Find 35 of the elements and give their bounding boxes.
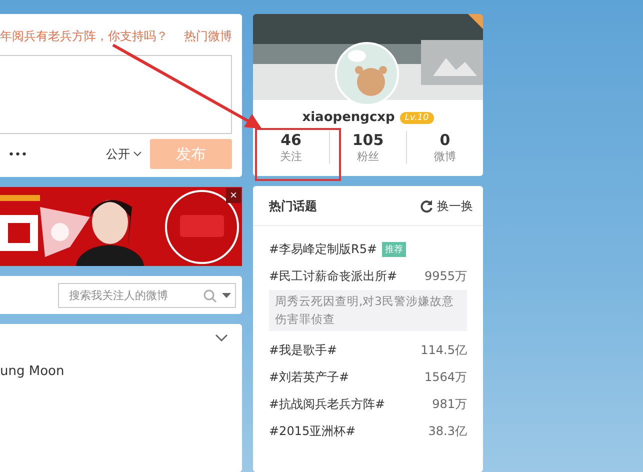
search-field[interactable]: 搜索我关注人的微博	[58, 283, 236, 308]
refresh-icon[interactable]	[420, 200, 433, 214]
topic-description: 周秀云死因查明,对3民警涉嫌故意伤害罪侦查	[269, 290, 467, 331]
topic-link[interactable]: #民工讨薪命丧派出所#	[269, 268, 398, 286]
topic-link[interactable]: #抗战阅兵老兵方阵#	[269, 396, 386, 413]
avatar[interactable]	[335, 42, 399, 106]
stat-label[interactable]: 关注	[280, 149, 302, 164]
caret-icon[interactable]	[133, 151, 142, 157]
post-text: ung Moon	[0, 364, 64, 380]
level-badge: Lv.10	[400, 112, 434, 124]
stat-label[interactable]: 粉丝	[357, 149, 379, 164]
topic-count: 9955万	[424, 268, 467, 286]
recommended-badge: 推荐	[382, 242, 406, 258]
topic-count: 38.3亿	[428, 422, 467, 440]
chevron-icon[interactable]	[215, 334, 228, 342]
caret-icon[interactable]	[222, 292, 231, 299]
post-input[interactable]	[0, 55, 232, 134]
section-title: 热门话题	[269, 198, 317, 216]
prompt-text: 年阅兵有老兵方阵，你支持吗？	[0, 28, 168, 45]
topic-link[interactable]: #我是歌手#	[269, 342, 338, 359]
username[interactable]: xiaopengcxp	[302, 110, 395, 125]
visibility-dropdown[interactable]: 公开	[106, 146, 142, 162]
refresh-button[interactable]: 换一换	[420, 198, 473, 216]
topic-link[interactable]: #2015亚洲杯#	[269, 422, 356, 440]
topic-count: 981万	[432, 396, 467, 413]
stat-label[interactable]: 微博	[434, 149, 456, 164]
topic-count: 1564万	[424, 368, 467, 386]
stat-value[interactable]: 0	[440, 131, 450, 149]
topic-count: 114.5亿	[420, 342, 467, 359]
more-button[interactable]: •••	[8, 148, 28, 160]
stat-value[interactable]: 46	[280, 131, 302, 149]
topic-link[interactable]: #刘若英产子#	[269, 368, 350, 386]
topic-link[interactable]: #李易峰定制版R5#	[269, 241, 378, 258]
close-button[interactable]: ×	[226, 188, 241, 204]
stat-value[interactable]: 105	[352, 131, 384, 149]
